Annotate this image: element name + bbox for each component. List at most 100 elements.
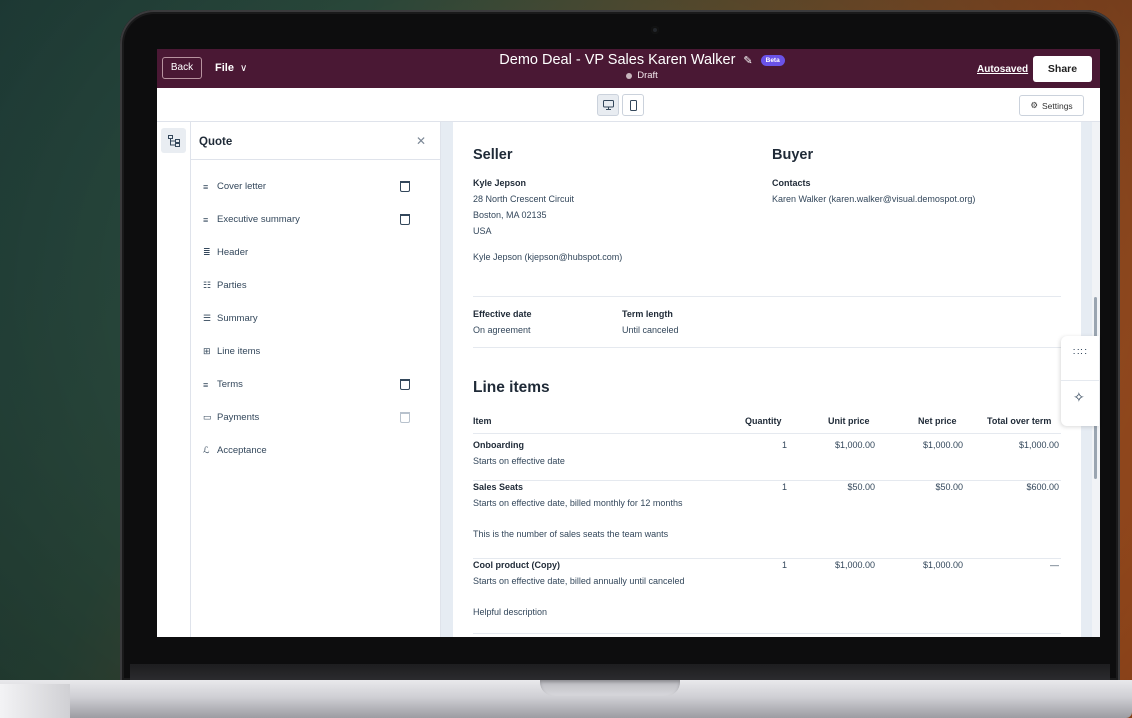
line-item-total: $600.00	[1026, 482, 1059, 492]
top-bar: Back File ∨ Demo Deal - VP Sales Karen W…	[157, 49, 1100, 88]
sub-toolbar: ⚙ Settings	[157, 88, 1100, 122]
line-items-heading: Line items	[473, 379, 550, 396]
divider	[473, 296, 1061, 297]
seller-name: Kyle Jepson	[473, 178, 527, 188]
line-item-description: Starts on effective date	[473, 456, 565, 466]
pencil-icon[interactable]: ✎	[743, 54, 752, 67]
section-item[interactable]: ≡ Cover letter	[191, 170, 440, 203]
section-list: ≡ Cover letter ≡ Executive summary ≣ Header ☷ P…	[191, 160, 440, 467]
column-header-net-price: Net price	[918, 416, 957, 426]
panel-header: Quote ✕	[191, 122, 440, 160]
buyer-contacts-label: Contacts	[772, 178, 811, 188]
parties-icon: ☷	[203, 280, 212, 290]
trash-icon[interactable]	[400, 214, 410, 225]
floating-tools: ∷∷ ✧	[1061, 336, 1099, 426]
line-item-unit-price: $1,000.00	[834, 560, 875, 570]
view-toggle	[597, 94, 644, 116]
line-item-net-price: $50.00	[935, 482, 963, 492]
section-item-label: Acceptance	[217, 445, 267, 456]
desktop-view-button[interactable]	[597, 94, 619, 116]
sparkle-icon[interactable]: ✧	[1073, 389, 1085, 406]
quote-sections-panel: Quote ✕ ≡ Cover letter ≡ Executive summary ≣…	[191, 122, 441, 637]
chevron-down-icon: ∨	[239, 62, 248, 74]
share-button[interactable]: Share	[1033, 56, 1092, 82]
structure-tree-button[interactable]	[161, 128, 186, 153]
divider	[473, 347, 1061, 348]
text-icon: ≡	[203, 379, 209, 390]
drag-grid-icon[interactable]: ∷∷	[1073, 347, 1088, 358]
document-canvas: Seller Kyle Jepson 28 North Crescent Cir…	[441, 122, 1100, 637]
close-icon[interactable]: ✕	[416, 134, 426, 148]
document-title: Demo Deal - VP Sales Karen Walker	[499, 52, 736, 68]
status-dot-icon	[626, 72, 633, 79]
section-item-label: Parties	[217, 280, 247, 291]
seller-contact: Kyle Jepson (kjepson@hubspot.com)	[473, 252, 623, 262]
trash-icon[interactable]	[400, 412, 410, 423]
line-item-quantity: 1	[781, 440, 787, 450]
line-item-net-price: $1,000.00	[922, 440, 963, 450]
seller-address-1: 28 North Crescent Circuit	[473, 194, 575, 204]
divider	[473, 558, 1061, 559]
buyer-heading: Buyer	[772, 147, 814, 163]
section-item[interactable]: ℒ Acceptance	[191, 434, 440, 467]
line-item-quantity: 1	[781, 482, 787, 492]
section-item-label: Payments	[217, 412, 260, 423]
laptop-base-edge	[0, 684, 70, 718]
payment-icon: ▭	[203, 412, 212, 422]
file-menu-label: File	[215, 62, 234, 74]
section-item[interactable]: ≣ Header	[191, 236, 440, 269]
line-item-description: Starts on effective date, billed annuall…	[473, 576, 685, 586]
section-item-label: Summary	[217, 313, 258, 324]
section-item[interactable]: ≡ Executive summary	[191, 203, 440, 236]
buyer-contact: Karen Walker (karen.walker@visual.demosp…	[772, 194, 976, 204]
section-item-label: Executive summary	[217, 214, 300, 225]
section-item[interactable]: ☷ Parties	[191, 269, 440, 302]
signature-icon: ℒ	[203, 445, 210, 455]
section-item[interactable]: ≡ Terms	[191, 368, 440, 401]
desktop-icon	[602, 100, 614, 110]
app-screen: Back File ∨ Demo Deal - VP Sales Karen W…	[157, 49, 1100, 637]
mobile-view-button[interactable]	[622, 94, 644, 116]
section-item[interactable]: ☰ Summary	[191, 302, 440, 335]
section-item-label: Line items	[217, 346, 261, 357]
left-rail	[157, 122, 191, 637]
section-item[interactable]: ▭ Payments	[191, 401, 440, 434]
status-text: Draft	[637, 70, 658, 81]
section-item-label: Header	[217, 247, 249, 258]
line-item-name: Cool product (Copy)	[473, 560, 560, 570]
section-item-label: Cover letter	[217, 181, 267, 192]
line-item-quantity: 1	[781, 560, 787, 570]
table-icon: ⊞	[203, 346, 211, 356]
autosaved-link[interactable]: Autosaved	[977, 64, 1028, 75]
line-item-name: Sales Seats	[473, 482, 524, 492]
column-header-quantity: Quantity	[745, 416, 782, 426]
panel-title: Quote	[199, 136, 233, 148]
seller-address-2: Boston, MA 02135	[473, 210, 547, 220]
line-item-name: Onboarding	[473, 440, 524, 450]
line-item-note: This is the number of sales seats the te…	[473, 529, 669, 539]
line-item-unit-price: $1,000.00	[834, 440, 875, 450]
effective-date-label: Effective date	[473, 309, 532, 319]
line-item-note: Helpful description	[473, 607, 548, 617]
quote-document: Seller Kyle Jepson 28 North Crescent Cir…	[453, 122, 1081, 637]
column-header-total-over-term: Total over term	[987, 416, 1052, 426]
file-menu[interactable]: File ∨	[215, 62, 247, 74]
term-length-value: Until canceled	[622, 325, 679, 335]
effective-date-value: On agreement	[473, 325, 531, 335]
column-header-unit-price: Unit price	[828, 416, 870, 426]
laptop-notch	[540, 680, 680, 696]
trash-icon[interactable]	[400, 181, 410, 192]
section-item[interactable]: ⊞ Line items	[191, 335, 440, 368]
gear-icon: ⚙	[1030, 100, 1038, 110]
divider	[473, 480, 1061, 481]
trash-icon[interactable]	[400, 379, 410, 390]
divider	[473, 633, 1061, 634]
line-item-net-price: $1,000.00	[922, 560, 963, 570]
back-button[interactable]: Back	[162, 57, 202, 79]
column-header-item: Item	[473, 416, 492, 426]
line-item-total: —	[1050, 560, 1059, 570]
section-item-label: Terms	[217, 379, 243, 390]
line-item-total: $1,000.00	[1018, 440, 1059, 450]
settings-button[interactable]: ⚙ Settings	[1019, 95, 1084, 116]
seller-heading: Seller	[473, 147, 513, 163]
